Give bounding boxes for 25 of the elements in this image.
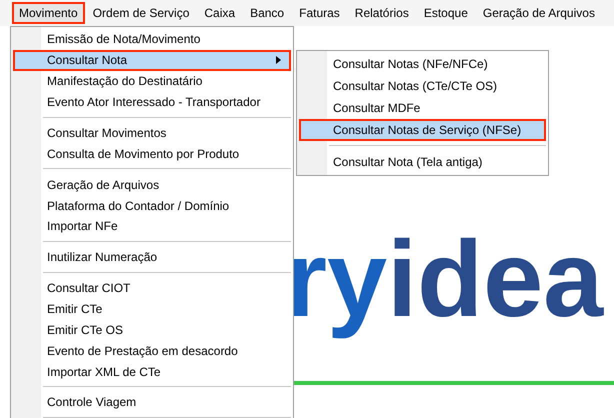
menu-item[interactable]: Consultar Notas de Serviço (NFSe) <box>299 119 546 141</box>
menu-bar-item[interactable]: Movimento <box>12 2 85 24</box>
menu-item[interactable]: Consultar Nota <box>13 50 291 71</box>
menu-item[interactable]: Manifestação do Destinatário <box>13 70 291 92</box>
menu-item[interactable]: Plataforma do Contador / Domínio <box>13 195 291 216</box>
menu-item[interactable]: Importar XML de CTe <box>13 361 291 382</box>
menu-item[interactable]: Controle Viagem <box>13 392 291 413</box>
menu-bar-item[interactable]: Banco <box>243 2 292 24</box>
menu-item[interactable]: Consultar Nota (Tela antiga) <box>299 151 546 173</box>
menu-bar-item[interactable]: Ordem de Serviço <box>86 2 196 24</box>
menu-bar-item[interactable]: Geração de Arquivos <box>476 2 602 24</box>
menu-bar-item[interactable]: Caixa <box>197 2 242 24</box>
menu-item[interactable]: Emissão de Nota/Movimento <box>13 29 291 50</box>
menu-item[interactable]: Consultar Movimentos <box>13 122 291 144</box>
menu-item[interactable]: Consultar MDFe <box>299 97 546 119</box>
menu-bar-item[interactable]: Estoque <box>416 2 475 24</box>
menu-item[interactable]: Consultar Notas (CTe/CTe OS) <box>299 75 546 97</box>
menu-item[interactable]: Evento de Prestação em desacordo <box>13 340 291 362</box>
menu-item[interactable]: Evento Ator Interessado - Transportador <box>13 92 291 113</box>
menu-bar-item[interactable]: Relatórios <box>348 2 416 24</box>
menu-item[interactable]: Consulta de Movimento por Produto <box>13 143 291 164</box>
submenu-arrow-icon <box>276 56 281 64</box>
menu-bar-item[interactable]: Faturas <box>292 2 347 24</box>
menu-item[interactable]: Geração de Arquivos <box>13 174 291 196</box>
menu-item[interactable]: Consultar Notas (NFe/NFCe) <box>299 53 546 75</box>
